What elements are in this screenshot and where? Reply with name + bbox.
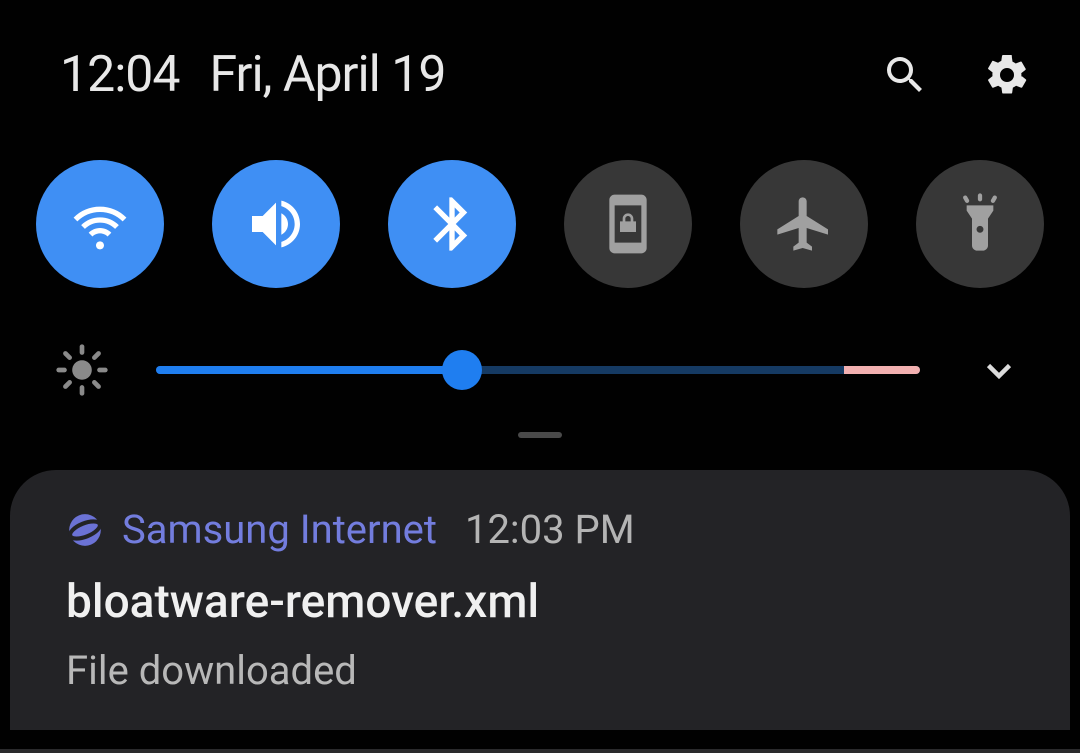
notification-app-name: Samsung Internet	[122, 506, 437, 553]
settings-gear-icon[interactable]	[982, 50, 1032, 100]
flashlight-toggle[interactable]	[916, 160, 1044, 288]
brightness-slider-thumb[interactable]	[442, 350, 482, 390]
status-date: Fri, April 19	[210, 46, 446, 104]
bottom-divider	[0, 749, 1080, 753]
airplane-icon	[772, 192, 836, 256]
search-icon[interactable]	[880, 50, 930, 100]
bluetooth-toggle[interactable]	[388, 160, 516, 288]
sound-icon	[244, 192, 308, 256]
samsung-internet-icon	[66, 511, 104, 549]
brightness-slider[interactable]	[156, 350, 920, 390]
notification-title: bloatware-remover.xml	[66, 575, 1014, 629]
sound-toggle[interactable]	[212, 160, 340, 288]
rotation-lock-icon	[596, 192, 660, 256]
panel-drag-handle[interactable]	[518, 432, 562, 438]
wifi-icon	[68, 192, 132, 256]
brightness-icon	[54, 342, 110, 398]
airplane-mode-toggle[interactable]	[740, 160, 868, 288]
quick-settings-row	[0, 110, 1080, 288]
rotation-lock-toggle[interactable]	[564, 160, 692, 288]
bluetooth-icon	[420, 192, 484, 256]
wifi-toggle[interactable]	[36, 160, 164, 288]
flashlight-icon	[948, 192, 1012, 256]
notification-time: 12:03 PM	[465, 506, 635, 553]
notification-card[interactable]: Samsung Internet 12:03 PM bloatware-remo…	[10, 470, 1070, 730]
notification-body: File downloaded	[66, 647, 1014, 694]
expand-chevron-icon[interactable]	[978, 349, 1020, 391]
status-time: 12:04	[60, 46, 180, 104]
